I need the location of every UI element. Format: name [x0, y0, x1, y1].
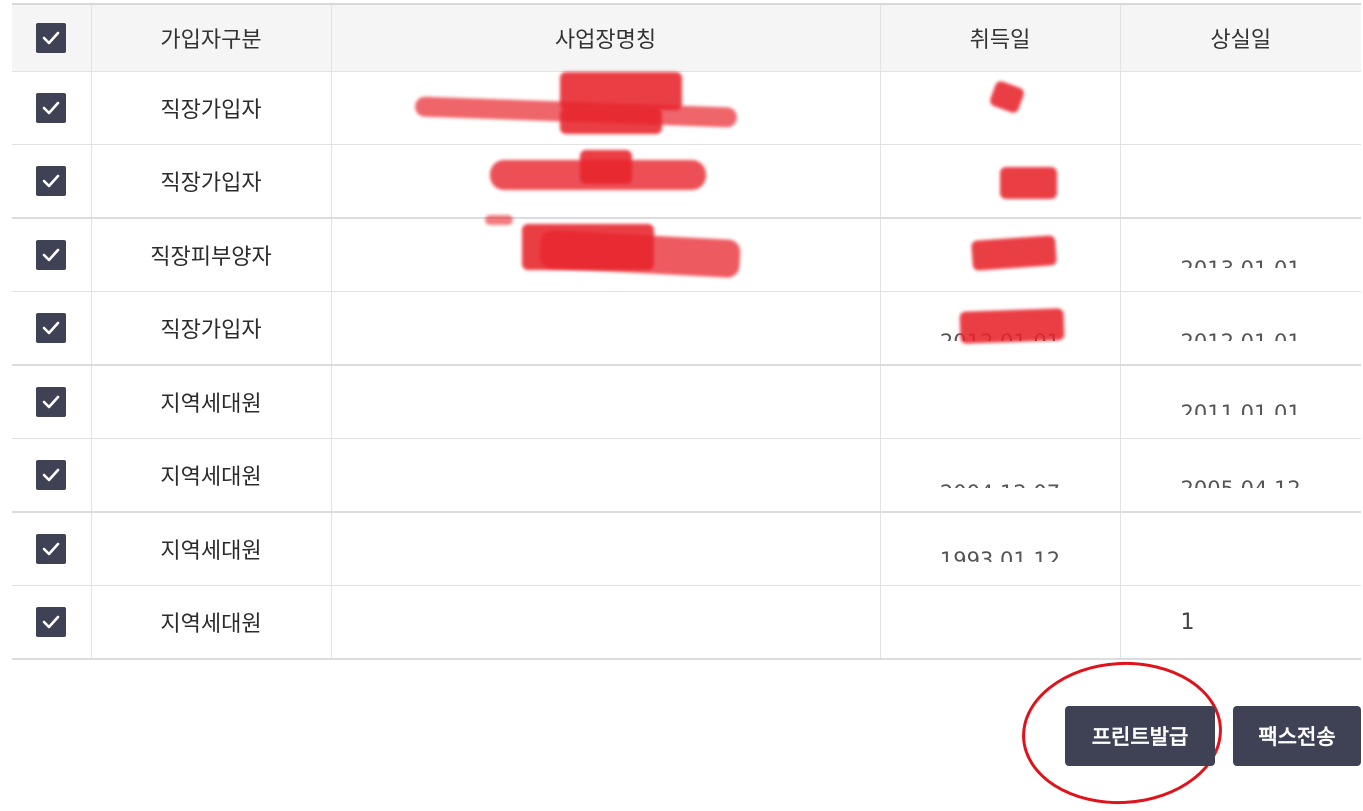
check-icon [42, 615, 60, 629]
row-select-cell [12, 218, 92, 292]
row-checkbox[interactable] [36, 387, 67, 417]
subscriber-type-cell: 지역세대원 [91, 438, 332, 513]
row-checkbox[interactable] [36, 460, 67, 490]
header-workplace-name[interactable]: 사업장명칭 [331, 5, 881, 72]
loss-date-cell [1120, 512, 1361, 586]
subscriber-type-cell: 지역세대원 [91, 365, 332, 439]
loss-date-text: 2012.01.01 [1181, 330, 1301, 341]
header-subscriber-type[interactable]: 가입자구분 [91, 5, 332, 72]
table-row: 직장피부양자 2013.01.01 [12, 218, 1361, 292]
acquisition-date-cell: 2004.12.07 [880, 438, 1121, 513]
row-select-cell [12, 365, 92, 439]
acquisition-date-cell: 1993.01.12 [880, 512, 1121, 586]
acquisition-date-text: 2012.01.01 [940, 330, 1060, 341]
check-icon [42, 174, 60, 188]
workplace-name-cell [331, 218, 881, 292]
subscriber-type-cell: 직장가입자 [91, 291, 332, 366]
acquisition-date-cell: 2012.01.01 [880, 291, 1121, 366]
subscriber-type-cell: 지역세대원 [91, 585, 332, 660]
table-row: 직장가입자 [12, 144, 1361, 219]
loss-date-cell: 1 [1120, 585, 1361, 660]
table-row: 직장가입자 2012.01.01 2012.01.01 [12, 291, 1361, 366]
acquisition-date-cell [880, 218, 1121, 292]
workplace-name-cell [331, 291, 881, 366]
table-row: 지역세대원 2004.12.07 2005.04.12 [12, 438, 1361, 513]
loss-date-text: 2013.01.01 [1181, 257, 1301, 268]
loss-date-cell [1120, 71, 1361, 145]
table-row: 지역세대원 2011.01.01 [12, 365, 1361, 439]
row-select-cell [12, 512, 92, 586]
row-select-cell [12, 585, 92, 660]
row-select-cell [12, 71, 92, 145]
row-checkbox[interactable] [36, 93, 67, 123]
loss-date-cell: 2012.01.01 [1120, 291, 1361, 366]
subscriber-type-cell: 직장가입자 [91, 144, 332, 219]
header-acquisition-date[interactable]: 취득일 [880, 5, 1121, 72]
row-select-cell [12, 144, 92, 219]
row-select-cell [12, 291, 92, 366]
loss-date-text: 2005.04.12 [1181, 477, 1301, 488]
check-icon [42, 101, 60, 115]
row-checkbox[interactable] [36, 607, 67, 637]
table-row: 직장가입자 [12, 71, 1361, 145]
row-checkbox[interactable] [36, 240, 67, 270]
check-icon [42, 321, 60, 335]
workplace-name-cell [331, 71, 881, 145]
table-header-row: 가입자구분 사업장명칭 취득일 상실일 [12, 5, 1361, 72]
loss-date-cell: 2013.01.01 [1120, 218, 1361, 292]
row-select-cell [12, 438, 92, 513]
table-row: 지역세대원 1 [12, 585, 1361, 660]
fax-send-button[interactable]: 팩스전송 [1233, 706, 1361, 766]
acquisition-date-cell [880, 144, 1121, 219]
workplace-name-cell [331, 585, 881, 660]
workplace-name-cell [331, 438, 881, 513]
check-icon [42, 395, 60, 409]
subscriber-type-cell: 직장가입자 [91, 71, 332, 145]
select-all-checkbox[interactable] [36, 23, 67, 53]
workplace-name-cell [331, 144, 881, 219]
select-all-cell [12, 5, 92, 72]
workplace-name-cell [331, 365, 881, 439]
row-checkbox[interactable] [36, 313, 67, 343]
check-icon [42, 31, 60, 45]
acquisition-date-text: 1993.01.12 [939, 547, 1061, 562]
acquisition-date-cell [880, 365, 1121, 439]
loss-date-cell: 2005.04.12 [1120, 438, 1361, 513]
check-icon [42, 542, 60, 556]
check-icon [42, 248, 60, 262]
acquisition-date-cell [880, 71, 1121, 145]
loss-date-text: 2011.01.01 [1180, 400, 1301, 415]
check-icon [42, 468, 60, 482]
workplace-name-cell [331, 512, 881, 586]
row-checkbox[interactable] [36, 534, 67, 564]
table-row: 지역세대원 1993.01.12 [12, 512, 1361, 586]
header-loss-date[interactable]: 상실일 [1120, 5, 1361, 72]
subscriber-type-cell: 직장피부양자 [91, 218, 332, 292]
row-checkbox[interactable] [36, 166, 67, 196]
loss-date-cell: 2011.01.01 [1120, 365, 1361, 439]
print-issue-button[interactable]: 프린트발급 [1065, 706, 1215, 766]
subscriber-history-table: 가입자구분 사업장명칭 취득일 상실일 직장가입자 직장가입자 직장피부양자 직… [12, 3, 1361, 660]
acquisition-date-text: 2004.12.07 [940, 481, 1060, 488]
subscriber-type-cell: 지역세대원 [91, 512, 332, 586]
acquisition-date-cell [880, 585, 1121, 660]
loss-date-cell [1120, 144, 1361, 219]
